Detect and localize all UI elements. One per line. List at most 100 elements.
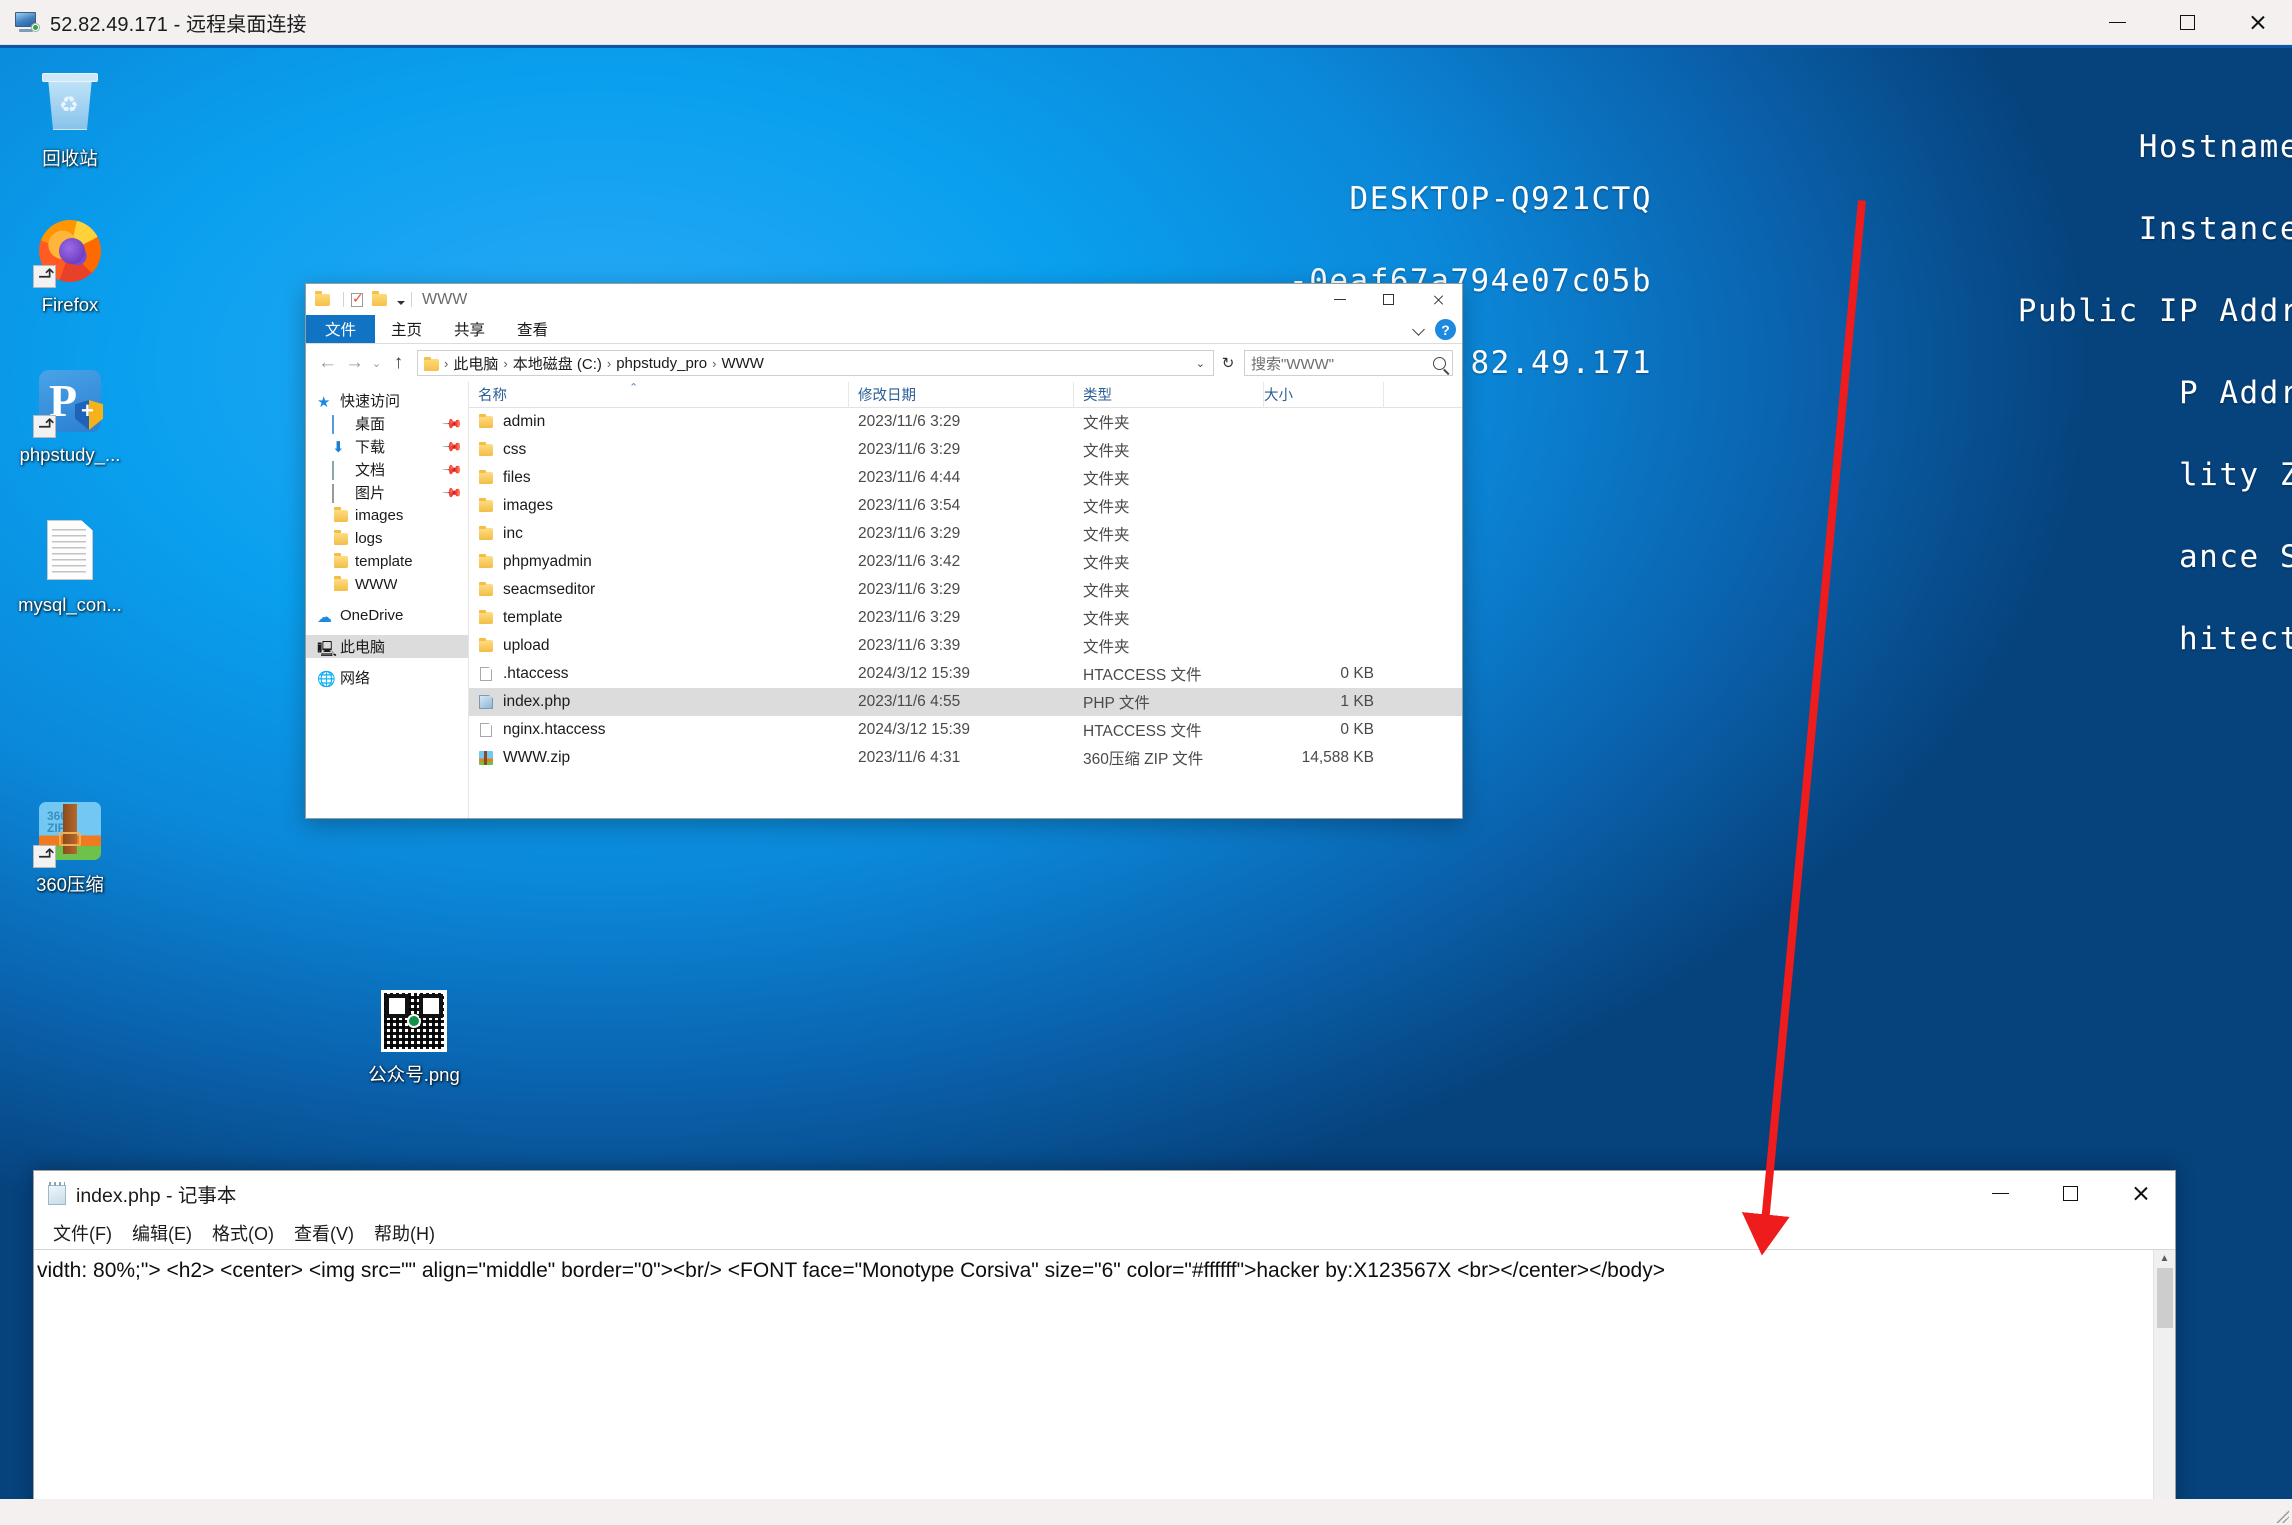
table-row[interactable]: seacmseditor 2023/11/6 3:29 文件夹: [469, 576, 1462, 604]
file-explorer-window[interactable]: WWW 文件 主页 共享 查看 ? ← → ⌄: [305, 283, 1463, 819]
column-header-date[interactable]: 修改日期: [849, 382, 1074, 408]
sidebar-item-www[interactable]: WWW: [306, 573, 468, 596]
rdp-minimize-button[interactable]: [2082, 0, 2152, 45]
customize-caret-icon[interactable]: [397, 301, 405, 305]
explorer-window-title: WWW: [422, 291, 467, 309]
table-row[interactable]: images 2023/11/6 3:54 文件夹: [469, 492, 1462, 520]
explorer-minimize-button[interactable]: [1315, 284, 1364, 315]
table-row[interactable]: WWW.zip 2023/11/6 4:31 360压缩 ZIP 文件 14,5…: [469, 744, 1462, 772]
table-row[interactable]: index.php 2023/11/6 4:55 PHP 文件 1 KB: [469, 688, 1462, 716]
file-type: PHP 文件: [1074, 688, 1264, 716]
explorer-maximize-button[interactable]: [1364, 284, 1413, 315]
column-header-size[interactable]: 大小: [1264, 382, 1384, 408]
folder-icon: [478, 498, 495, 514]
notepad-titlebar[interactable]: index.php - 记事本: [34, 1171, 2175, 1216]
sidebar-item-downloads[interactable]: ⬇ 下载 📌: [306, 435, 468, 458]
menu-format[interactable]: 格式(O): [203, 1217, 283, 1249]
php-file-icon: [478, 694, 495, 710]
notepad-vertical-scrollbar[interactable]: ▲: [2153, 1250, 2175, 1499]
search-icon[interactable]: [1433, 357, 1446, 370]
desktop-icon-mysql-conf[interactable]: mysql_con...: [8, 516, 132, 615]
remote-desktop-canvas[interactable]: Hostname Instance Public IP Addr P Addr …: [0, 45, 2292, 1499]
desktop-icon-recycle-bin[interactable]: ♻ 回收站: [8, 70, 132, 169]
tab-view[interactable]: 查看: [501, 315, 564, 343]
breadcrumb-item-this-pc[interactable]: 此电脑: [450, 353, 501, 374]
notepad-maximize-button[interactable]: [2035, 1171, 2105, 1216]
column-header-name[interactable]: 名称: [469, 382, 849, 408]
table-row[interactable]: inc 2023/11/6 3:29 文件夹: [469, 520, 1462, 548]
rdp-titlebar[interactable]: 52.82.49.171 - 远程桌面连接: [0, 0, 2292, 45]
pin-icon[interactable]: 📌: [441, 481, 464, 504]
properties-icon[interactable]: [350, 292, 367, 308]
up-button[interactable]: ↑: [386, 350, 411, 376]
file-date: 2024/3/12 15:39: [849, 716, 1074, 744]
scroll-up-icon[interactable]: ▲: [2160, 1250, 2170, 1267]
folder-icon[interactable]: [315, 292, 332, 308]
new-folder-icon[interactable]: [372, 292, 389, 308]
pin-icon[interactable]: 📌: [441, 435, 464, 458]
tab-file[interactable]: 文件: [306, 315, 375, 343]
sidebar-item-pictures[interactable]: 图片 📌: [306, 481, 468, 504]
desktop-icon-firefox[interactable]: Firefox: [8, 216, 132, 315]
file-size: 1 KB: [1264, 688, 1384, 716]
file-type: 文件夹: [1074, 632, 1264, 660]
file-list-pane: ⌃ 名称 修改日期 类型 大小 admin 2023/11/6 3:29 文件夹: [469, 382, 1462, 818]
menu-file[interactable]: 文件(F): [44, 1217, 121, 1249]
column-header-type[interactable]: 类型: [1074, 382, 1264, 408]
sidebar-item-desktop[interactable]: 桌面 📌: [306, 412, 468, 435]
sidebar-item-logs[interactable]: logs: [306, 527, 468, 550]
sidebar-item-quick-access[interactable]: ★ 快速访问: [306, 389, 468, 412]
sidebar-item-this-pc[interactable]: 🖳 此电脑: [306, 635, 468, 658]
menu-edit[interactable]: 编辑(E): [123, 1217, 201, 1249]
desktop-icon-label: 公众号.png: [368, 1064, 460, 1085]
desktop-icon-phpstudy[interactable]: P phpstudy_...: [8, 366, 132, 465]
tab-share[interactable]: 共享: [438, 315, 501, 343]
table-row[interactable]: .htaccess 2024/3/12 15:39 HTACCESS 文件 0 …: [469, 660, 1462, 688]
chevron-down-icon[interactable]: [1413, 323, 1426, 336]
forward-button[interactable]: →: [342, 350, 367, 376]
explorer-close-button[interactable]: [1413, 284, 1462, 315]
rdp-close-button[interactable]: [2222, 0, 2292, 45]
tab-home[interactable]: 主页: [375, 315, 438, 343]
table-row[interactable]: template 2023/11/6 3:29 文件夹: [469, 604, 1462, 632]
bginfo-label-architecture: hitect: [2018, 598, 2292, 680]
notepad-text-content[interactable]: vidth: 80%;"> <h2> <center> <img src="" …: [34, 1250, 2153, 1499]
recent-locations-button[interactable]: ⌄: [369, 350, 384, 376]
breadcrumb-item-local-disk[interactable]: 本地磁盘 (C:): [510, 353, 605, 374]
scroll-thumb[interactable]: [2157, 1268, 2173, 1328]
sidebar-item-template[interactable]: template: [306, 550, 468, 573]
notepad-window[interactable]: index.php - 记事本 文件(F) 编辑(E) 格式(O) 查看(V) …: [33, 1170, 2176, 1499]
back-button[interactable]: ←: [315, 350, 340, 376]
table-row[interactable]: upload 2023/11/6 3:39 文件夹: [469, 632, 1462, 660]
file-type: 文件夹: [1074, 604, 1264, 632]
sidebar-item-network[interactable]: 🌐 网络: [306, 666, 468, 689]
search-input[interactable]: 搜索"WWW": [1244, 350, 1453, 376]
menu-view[interactable]: 查看(V): [285, 1217, 363, 1249]
rdp-maximize-button[interactable]: [2152, 0, 2222, 45]
menu-help[interactable]: 帮助(H): [365, 1217, 444, 1249]
window-resize-grip[interactable]: [2275, 1509, 2289, 1523]
sidebar-item-onedrive[interactable]: ☁ OneDrive: [306, 604, 468, 627]
table-row[interactable]: css 2023/11/6 3:29 文件夹: [469, 436, 1462, 464]
pin-icon[interactable]: 📌: [441, 412, 464, 435]
notepad-minimize-button[interactable]: [1965, 1171, 2035, 1216]
explorer-titlebar[interactable]: WWW: [306, 284, 1462, 315]
desktop-icon-qrcode-png[interactable]: 公众号.png: [352, 986, 476, 1085]
desktop-icon-360zip[interactable]: 360ZIP 360压缩: [8, 796, 132, 895]
notepad-close-button[interactable]: [2105, 1171, 2175, 1216]
pin-icon[interactable]: 📌: [441, 458, 464, 481]
bginfo-label-private-ip: P Addr: [2018, 352, 2292, 434]
breadcrumb-item-www[interactable]: WWW: [718, 355, 766, 372]
breadcrumb-dropdown-icon[interactable]: ⌄: [1192, 357, 1209, 370]
table-row[interactable]: files 2023/11/6 4:44 文件夹: [469, 464, 1462, 492]
breadcrumb-item-phpstudy-pro[interactable]: phpstudy_pro: [613, 355, 710, 372]
table-row[interactable]: admin 2023/11/6 3:29 文件夹: [469, 408, 1462, 436]
table-row[interactable]: nginx.htaccess 2024/3/12 15:39 HTACCESS …: [469, 716, 1462, 744]
help-icon[interactable]: ?: [1435, 319, 1456, 340]
refresh-button[interactable]: ↻: [1216, 354, 1240, 372]
file-name: phpmyadmin: [503, 553, 592, 571]
table-row[interactable]: phpmyadmin 2023/11/6 3:42 文件夹: [469, 548, 1462, 576]
breadcrumb[interactable]: › 此电脑 › 本地磁盘 (C:) › phpstudy_pro › WWW ⌄: [417, 350, 1214, 376]
sidebar-item-images[interactable]: images: [306, 504, 468, 527]
sidebar-item-documents[interactable]: 文档 📌: [306, 458, 468, 481]
